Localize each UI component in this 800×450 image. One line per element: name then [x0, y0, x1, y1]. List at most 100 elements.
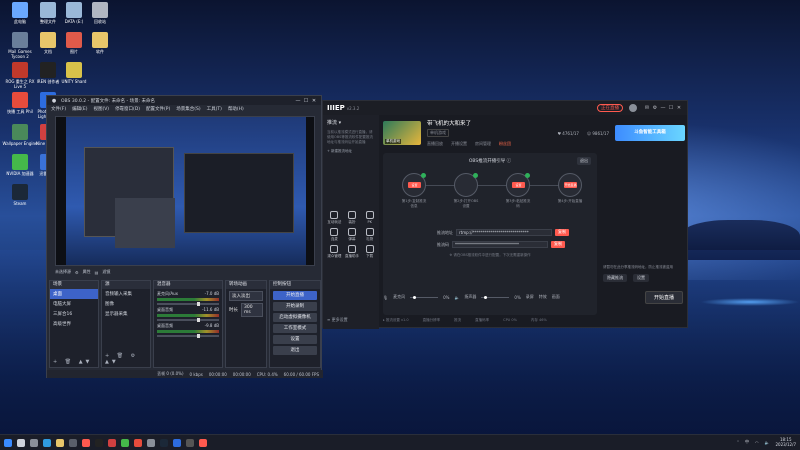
app-icon[interactable]: [121, 438, 129, 447]
live-titlebar[interactable]: IIIEP v2.3.2 正在直播 ✉ ⚙ — ☐ ✕: [323, 101, 687, 115]
app-icon[interactable]: [147, 438, 155, 447]
right-settings-button[interactable]: 设置: [633, 274, 649, 282]
mic-volume-slider[interactable]: [410, 295, 439, 299]
room-title[interactable]: 带飞机的大和来了: [427, 119, 557, 127]
mic-icon[interactable]: 🎙: [383, 295, 388, 300]
wifi-icon[interactable]: ◠: [755, 440, 759, 445]
source-item[interactable]: 图像: [102, 299, 150, 309]
tool-assistant[interactable]: 直播助手: [345, 245, 360, 259]
tool-gift[interactable]: 礼物: [362, 228, 377, 242]
menu-edit[interactable]: 编辑(E): [72, 106, 87, 112]
start-streaming-button[interactable]: 开始直播: [273, 291, 317, 300]
properties-button[interactable]: 属性: [83, 269, 91, 275]
tool-interaction[interactable]: 互动玩法: [327, 211, 342, 225]
room-cover[interactable]: 单机游戏: [383, 121, 421, 145]
desktop-icon[interactable]: 软件: [82, 32, 118, 54]
search-icon[interactable]: [17, 438, 25, 447]
obs-window[interactable]: ● OBS 30.0.2 - 配置文件: 未命名 - 场景: 未命名 — ☐ ✕…: [46, 95, 323, 378]
app-icon[interactable]: [95, 438, 103, 447]
mail-icon[interactable]: ✉: [643, 105, 651, 111]
app-icon[interactable]: [69, 438, 77, 447]
room-category[interactable]: 单机游戏: [427, 129, 449, 137]
explorer-icon[interactable]: [56, 438, 64, 447]
source-item[interactable]: 音频输入采集: [102, 289, 150, 299]
copy-key-button[interactable]: 复制: [551, 241, 565, 248]
obs-preview[interactable]: [55, 116, 315, 266]
start-recording-button[interactable]: 开始录制: [273, 302, 317, 311]
speaker-icon[interactable]: 🔈: [454, 295, 459, 300]
source-item[interactable]: 显示器采集: [102, 309, 150, 319]
source-actions[interactable]: + 🗑 ⚙ ▲▼: [105, 353, 150, 365]
replay-link[interactable]: 直播回放: [427, 141, 443, 147]
tool-danmaku[interactable]: 弹幕: [345, 228, 360, 242]
start-icon[interactable]: [4, 438, 12, 447]
avatar[interactable]: [629, 104, 637, 112]
start-live-button[interactable]: 开始直播: [644, 290, 683, 304]
transition-select[interactable]: 淡入淡出: [229, 291, 263, 301]
menu-help[interactable]: 帮助(H): [228, 106, 244, 112]
scene-item[interactable]: 高级世界: [50, 319, 98, 329]
ime-indicator[interactable]: 中: [745, 439, 749, 445]
desktop-icon[interactable]: UNITY Shard: [56, 62, 92, 84]
app-icon[interactable]: [173, 438, 181, 447]
push-mode-dropdown[interactable]: 推流 ▾: [323, 115, 379, 130]
scene-actions[interactable]: + 🗑 ▲▼: [53, 359, 92, 365]
record-tool[interactable]: 录屏: [526, 294, 534, 300]
more-settings[interactable]: ≡ 更多设置: [327, 317, 348, 323]
app-icon[interactable]: [134, 438, 142, 447]
live-settings-link[interactable]: 开播设置: [451, 141, 467, 147]
settings-icon[interactable]: ⚙: [651, 105, 659, 111]
gear-icon[interactable]: ⚙: [75, 270, 79, 275]
menu-docks[interactable]: 停靠窗口(D): [115, 106, 140, 112]
menu-scene-collection[interactable]: 场景集合(S): [176, 106, 200, 112]
live-taskbar-icon[interactable]: [199, 438, 207, 447]
volume-icon[interactable]: 🔈: [765, 440, 770, 445]
volume-fader[interactable]: [157, 334, 219, 338]
tool-audience[interactable]: 观众管理: [327, 245, 342, 259]
scene-item[interactable]: 三屏合16: [50, 309, 98, 319]
live-status-badge[interactable]: 正在直播: [597, 104, 623, 112]
copy-address-button[interactable]: 复制: [555, 229, 569, 236]
app-icon[interactable]: [82, 438, 90, 447]
tool-mic[interactable]: 连麦: [327, 228, 342, 242]
scene-item[interactable]: 电脑大屏: [50, 299, 98, 309]
menu-tools[interactable]: 工具(T): [207, 106, 222, 112]
settings-button[interactable]: 设置: [273, 335, 317, 344]
obs-taskbar-icon[interactable]: [186, 438, 194, 447]
tool-pk[interactable]: PK: [362, 211, 377, 225]
menu-view[interactable]: 视图(V): [93, 106, 109, 112]
guide-exit-button[interactable]: 退出: [577, 157, 591, 165]
maximize-icon[interactable]: ☐: [667, 105, 675, 111]
task-view-icon[interactable]: [30, 438, 38, 447]
app-icon[interactable]: [108, 438, 116, 447]
close-icon[interactable]: ✕: [675, 105, 683, 111]
tool-decor[interactable]: 装扮: [345, 211, 360, 225]
minimize-icon[interactable]: —: [659, 105, 667, 111]
maximize-icon[interactable]: ☐: [302, 98, 310, 104]
desktop-icon[interactable]: Steam: [2, 184, 38, 206]
live-app-window[interactable]: IIIEP v2.3.2 正在直播 ✉ ⚙ — ☐ ✕ 推流 ▾ 当前以推流模式…: [322, 100, 688, 329]
new-push-link[interactable]: + 新建推流地址: [323, 149, 379, 154]
virtual-camera-button[interactable]: 启动虚拟摄像机: [273, 313, 317, 322]
tool-download[interactable]: 下载: [362, 245, 377, 259]
volume-fader[interactable]: [157, 302, 219, 306]
desktop-icon[interactable]: 回收站: [82, 2, 118, 24]
filters-button[interactable]: 滤镜: [102, 269, 110, 275]
hide-push-button[interactable]: 隐藏推流: [603, 274, 627, 282]
menu-profile[interactable]: 配置文件(P): [146, 106, 170, 112]
push-address-field[interactable]: rtmp://****************************: [456, 229, 552, 236]
duration-input[interactable]: 300 ms: [241, 303, 263, 317]
chevron-up-icon[interactable]: ˄: [737, 440, 739, 445]
push-key-field[interactable]: ********************************: [452, 241, 548, 248]
edge-icon[interactable]: [43, 438, 51, 447]
obs-titlebar[interactable]: ● OBS 30.0.2 - 配置文件: 未命名 - 场景: 未命名 — ☐ ✕: [47, 96, 321, 105]
filter-icon[interactable]: ▤: [95, 270, 99, 275]
studio-mode-button[interactable]: 工作室模式: [273, 324, 317, 333]
minimize-icon[interactable]: —: [294, 98, 302, 104]
fan-club-link[interactable]: 粉丝团: [499, 141, 511, 147]
exit-button[interactable]: 退出: [273, 346, 317, 355]
scene-item[interactable]: 桌面: [50, 289, 98, 299]
clock[interactable]: 18:15 2023/12/7: [775, 437, 796, 447]
footer-item[interactable]: ▸ 推流设置 v1.0: [383, 318, 409, 323]
steam-icon[interactable]: [160, 438, 168, 447]
